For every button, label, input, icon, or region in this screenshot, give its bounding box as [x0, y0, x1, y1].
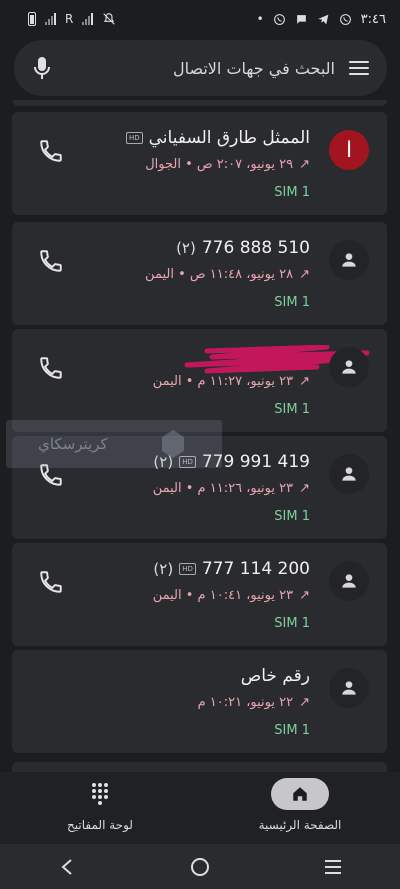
call-count: (٢): [153, 560, 174, 578]
nav-home-label: الصفحة الرئيسية: [258, 818, 342, 832]
avatar[interactable]: [329, 454, 369, 494]
recents-button[interactable]: [313, 847, 353, 887]
contact-name: 777 114 200: [201, 559, 310, 579]
home-button[interactable]: [180, 847, 220, 887]
hd-badge: HD: [125, 132, 143, 144]
call-time: ٢٢ يونيو، ١٠:٢١ م: [197, 695, 294, 710]
status-left: R: [28, 12, 116, 26]
sim-label: SIM 1: [274, 723, 310, 738]
back-button[interactable]: [47, 847, 87, 887]
person-icon: [342, 467, 356, 481]
call-details: ↗ ٢٣ يونيو، ١٠:٤١ م • اليمن: [153, 588, 310, 603]
sim-label: SIM 1: [274, 509, 310, 524]
contact-name-row: HD الممثل طارق السفياني: [125, 128, 310, 148]
person-icon: [342, 681, 356, 695]
contact-name: رقم خاص: [240, 666, 310, 686]
call-log-item-partial[interactable]: [12, 762, 387, 772]
call-details: ↗ ٢٨ يونيو، ١١:٤٨ ص • اليمن: [145, 267, 310, 282]
battery-icon: [28, 12, 36, 26]
sim-label: SIM 1: [274, 185, 310, 200]
missed-call-icon: ↗: [299, 267, 310, 282]
whatsapp-icon-2: [339, 13, 351, 25]
call-icon[interactable]: [38, 355, 64, 381]
call-details: ↗ ٢٢ يونيو، ١٠:٢١ م: [198, 695, 310, 710]
missed-call-icon: ↗: [299, 481, 310, 496]
nav-keypad[interactable]: لوحة المفاتيح: [0, 772, 200, 844]
nav-keypad-label: لوحة المفاتيح: [67, 818, 133, 832]
missed-call-icon: ↗: [299, 157, 310, 172]
contact-name: 776 888 510: [201, 238, 310, 258]
sim-label: SIM 1: [274, 402, 310, 417]
search-input[interactable]: البحث في جهات الاتصال: [52, 59, 335, 78]
call-icon[interactable]: [38, 569, 64, 595]
call-details: ↗ ٢٣ يونيو، ١١:٢٧ م • اليمن: [153, 374, 310, 389]
avatar[interactable]: [329, 561, 369, 601]
watermark: كريترسكاي: [6, 420, 222, 468]
signal-icon-2: [82, 13, 94, 25]
person-icon: [342, 574, 356, 588]
status-right: • ٣:٤٦: [257, 12, 386, 27]
call-log-item[interactable]: ↗ ٢٣ يونيو، ١١:٢٧ م • اليمن SIM 1: [12, 329, 387, 432]
call-count: (٢): [176, 239, 196, 257]
call-details: ↗ ٢٣ يونيو، ١١:٢٦ م • اليمن: [153, 481, 310, 496]
search-bar[interactable]: البحث في جهات الاتصال: [14, 40, 387, 96]
call-icon[interactable]: [38, 138, 64, 164]
home-icon: [293, 787, 307, 801]
missed-call-icon: ↗: [299, 695, 310, 710]
call-details: ↗ ٢٩ يونيو، ٢:٠٧ ص • الجوال: [145, 157, 310, 172]
home-circle-icon: [190, 857, 209, 876]
home-pill[interactable]: [271, 778, 329, 810]
nav-home[interactable]: الصفحة الرئيسية: [200, 772, 400, 844]
avatar[interactable]: [329, 668, 369, 708]
dialpad-icon: [92, 783, 108, 805]
contact-name-row: رقم خاص: [241, 666, 310, 686]
avatar[interactable]: [329, 240, 369, 280]
call-log-item[interactable]: رقم خاص ↗ ٢٢ يونيو، ١٠:٢١ م SIM 1: [12, 650, 387, 753]
watermark-logo: [161, 430, 184, 458]
contact-name-row: (٢) 776 888 510: [176, 238, 310, 258]
call-icon[interactable]: [38, 248, 64, 274]
back-icon: [61, 858, 72, 875]
call-time: ٢٣ يونيو، ١١:٢٧ م • اليمن: [152, 374, 294, 389]
sim-label: SIM 1: [274, 616, 310, 631]
telegram-icon: [317, 14, 329, 24]
missed-call-icon: ↗: [299, 374, 310, 389]
contact-name: الممثل طارق السفياني: [148, 128, 310, 148]
person-icon: [342, 360, 356, 374]
signal-icon: [45, 13, 56, 25]
status-bar: R • ٣:٤٦: [0, 0, 400, 38]
carrier-label: R: [65, 12, 74, 26]
missed-call-icon: ↗: [299, 588, 310, 603]
call-log-item[interactable]: (٢) HD 777 114 200 ↗ ٢٣ يونيو، ١٠:٤١ م •…: [12, 543, 387, 646]
keypad-pill[interactable]: [71, 778, 129, 810]
avatar[interactable]: ا: [329, 130, 369, 170]
whatsapp-icon: [273, 13, 285, 25]
avatar[interactable]: [329, 347, 369, 387]
clock: ٣:٤٦: [360, 11, 386, 27]
call-time: ٢٨ يونيو، ١١:٤٨ ص • اليمن: [145, 267, 294, 282]
call-log-item[interactable]: HD الممثل طارق السفياني ↗ ٢٩ يونيو، ٢:٠٧…: [12, 112, 387, 215]
dot-icon: •: [256, 12, 264, 26]
chat-icon: [296, 14, 306, 24]
mic-icon[interactable]: [32, 56, 52, 80]
list-top-edge: [12, 100, 387, 106]
menu-icon[interactable]: [349, 61, 369, 75]
call-time: ٢٩ يونيو، ٢:٠٧ ص • الجوال: [145, 157, 294, 172]
system-nav: [0, 844, 400, 889]
bottom-nav: لوحة المفاتيح الصفحة الرئيسية: [0, 772, 400, 844]
mute-icon: [103, 13, 116, 25]
call-time: ٢٣ يونيو، ١٠:٤١ م • اليمن: [152, 588, 294, 603]
hd-badge: HD: [179, 563, 196, 575]
recents-icon: [325, 859, 342, 874]
call-log-item[interactable]: (٢) 776 888 510 ↗ ٢٨ يونيو، ١١:٤٨ ص • ال…: [12, 222, 387, 325]
call-time: ٢٣ يونيو، ١١:٢٦ م • اليمن: [152, 481, 294, 496]
contact-name-row: (٢) HD 777 114 200: [153, 559, 310, 579]
person-icon: [342, 253, 356, 267]
sim-label: SIM 1: [274, 295, 310, 310]
watermark-brand: كريترسكاي: [38, 435, 108, 453]
